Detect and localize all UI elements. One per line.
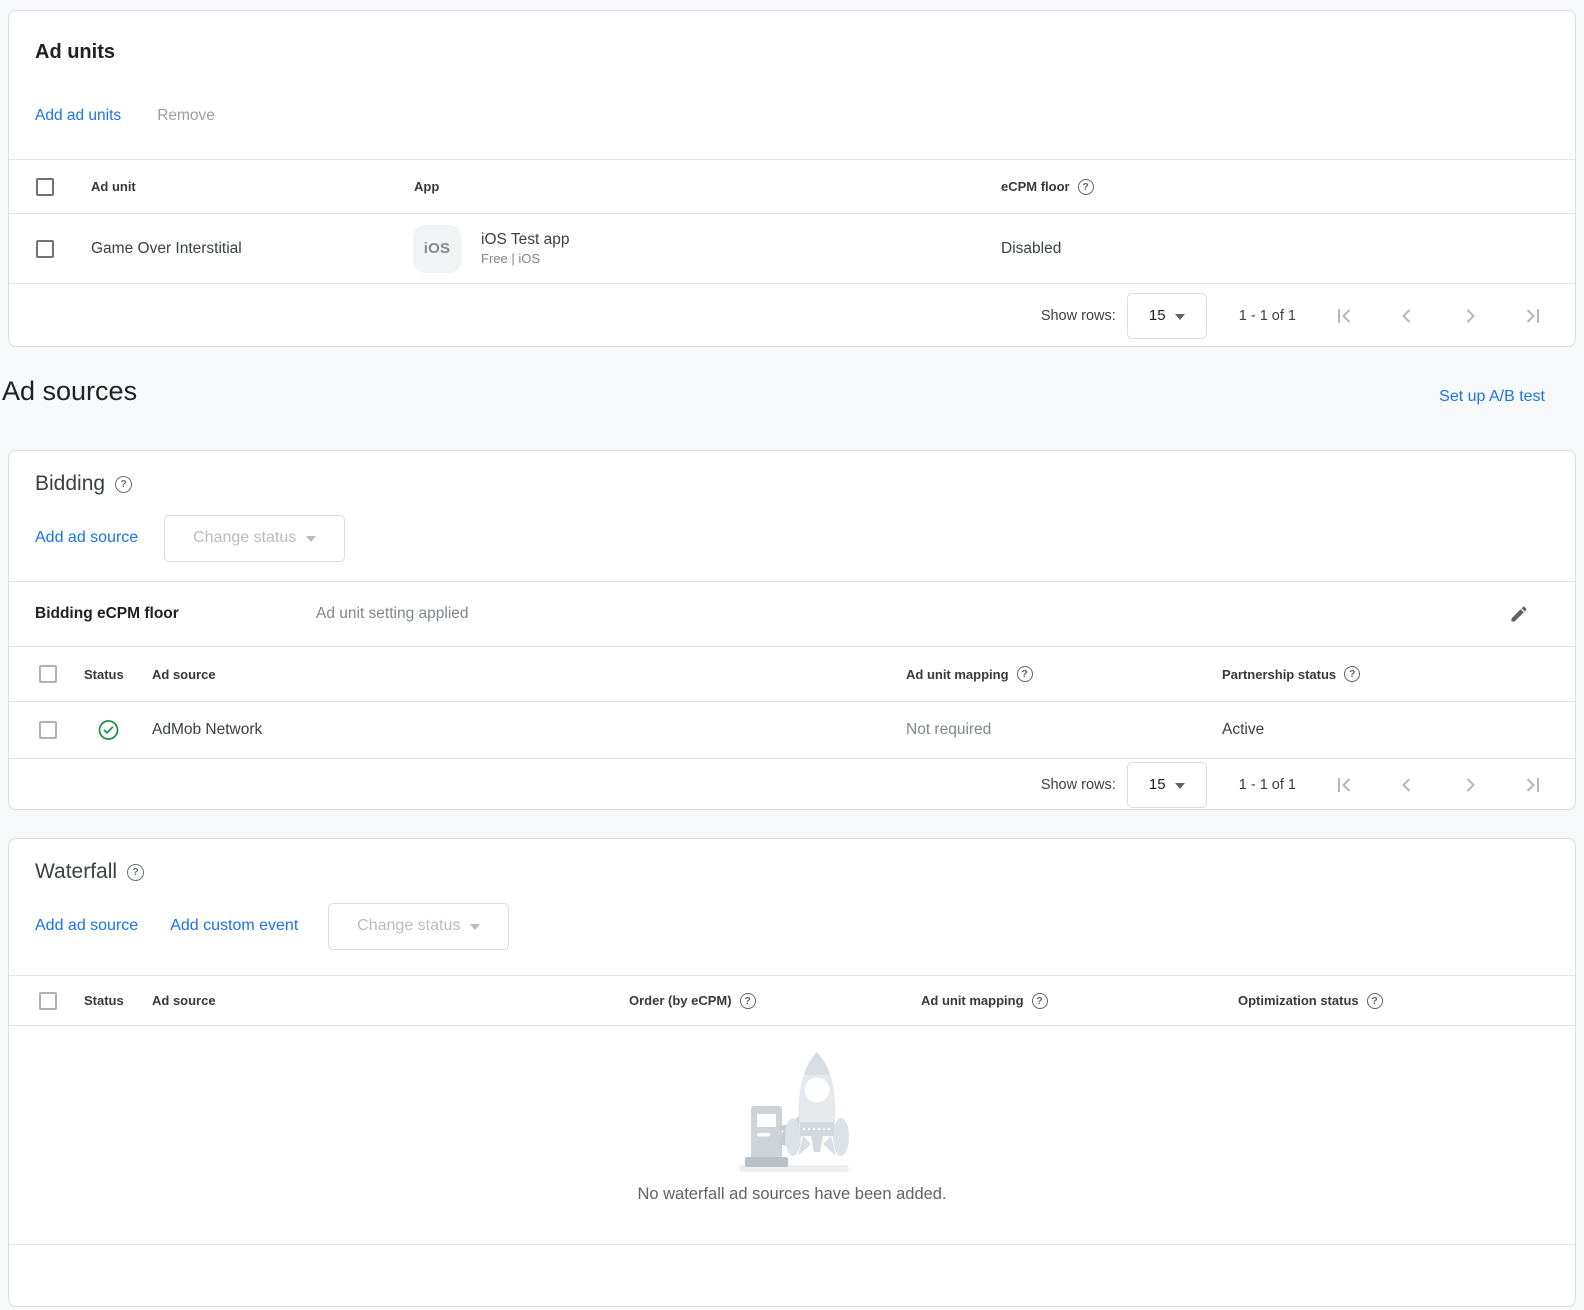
first-page-button[interactable] [1332, 773, 1356, 797]
prev-page-button[interactable] [1395, 304, 1419, 328]
column-order: Order (by eCPM) ? [629, 976, 756, 1025]
ad-units-card: Ad units Add ad units Remove Ad unit App… [8, 10, 1576, 347]
caret-down-icon [1175, 783, 1185, 789]
bidding-pagination: Show rows: 15 1 - 1 of 1 [9, 758, 1575, 810]
caret-down-icon [306, 536, 316, 542]
ad-unit-name[interactable]: Game Over Interstitial [91, 214, 242, 283]
app-meta: Free | iOS [481, 250, 569, 268]
page-range: 1 - 1 of 1 [1239, 308, 1296, 324]
rows-per-page-select[interactable]: 15 [1127, 293, 1207, 339]
waterfall-title: Waterfall ? [35, 860, 144, 884]
ad-units-title: Ad units [35, 41, 115, 64]
help-icon[interactable]: ? [1367, 993, 1383, 1009]
waterfall-card: Waterfall ? Add ad source Add custom eve… [8, 838, 1576, 1307]
ad-unit-mapping-value: Not required [906, 702, 991, 758]
app-cell: iOS iOS Test app Free | iOS [413, 214, 569, 283]
partnership-status-value: Active [1222, 702, 1264, 758]
column-status: Status [84, 647, 124, 701]
add-ad-units-button[interactable]: Add ad units [35, 107, 121, 125]
column-optimization-status: Optimization status ? [1238, 976, 1383, 1025]
ad-sources-section-header: Ad sources Set up A/B test [0, 347, 1584, 450]
help-icon[interactable]: ? [740, 993, 756, 1009]
column-ad-unit: Ad unit [91, 160, 136, 213]
help-icon[interactable]: ? [1078, 179, 1094, 195]
show-rows-label: Show rows: [1041, 777, 1116, 793]
rows-per-page-value: 15 [1149, 307, 1166, 324]
last-page-button[interactable] [1521, 773, 1545, 797]
row-checkbox[interactable] [39, 721, 57, 739]
waterfall-table-header: Status Ad source Order (by eCPM) ? Ad un… [9, 975, 1575, 1025]
app-platform-icon: iOS [413, 225, 461, 273]
waterfall-empty-state: No waterfall ad sources have been added. [9, 1025, 1575, 1244]
change-status-button[interactable]: Change status [328, 903, 509, 950]
select-all-checkbox[interactable] [39, 665, 57, 683]
next-page-button[interactable] [1458, 304, 1482, 328]
bidding-ecpm-floor-value: Ad unit setting applied [316, 582, 469, 646]
bidding-ecpm-floor-row: Bidding eCPM floor Ad unit setting appli… [9, 581, 1575, 646]
waterfall-empty-message: No waterfall ad sources have been added. [637, 1185, 946, 1204]
help-icon[interactable]: ? [115, 476, 132, 493]
column-partnership-status: Partnership status ? [1222, 647, 1360, 701]
first-page-button[interactable] [1332, 304, 1356, 328]
page-range: 1 - 1 of 1 [1239, 777, 1296, 793]
next-page-button[interactable] [1458, 773, 1482, 797]
remove-button[interactable]: Remove [157, 107, 215, 125]
select-all-checkbox[interactable] [36, 178, 54, 196]
bidding-ecpm-floor-label: Bidding eCPM floor [35, 582, 179, 646]
app-name: iOS Test app [481, 229, 569, 250]
set-up-ab-test-link[interactable]: Set up A/B test [1439, 388, 1545, 406]
column-status: Status [84, 976, 124, 1025]
bidding-actions: Add ad source Change status [35, 514, 345, 562]
change-status-button[interactable]: Change status [164, 515, 345, 562]
column-ad-unit-mapping: Ad unit mapping ? [921, 976, 1048, 1025]
help-icon[interactable]: ? [1344, 666, 1360, 682]
column-ad-source: Ad source [152, 976, 216, 1025]
last-page-button[interactable] [1521, 304, 1545, 328]
caret-down-icon [470, 924, 480, 930]
help-icon[interactable]: ? [1017, 666, 1033, 682]
column-ad-unit-mapping: Ad unit mapping ? [906, 647, 1033, 701]
bidding-title: Bidding ? [35, 472, 132, 496]
add-ad-source-button[interactable]: Add ad source [35, 917, 138, 935]
prev-page-button[interactable] [1395, 773, 1419, 797]
select-all-checkbox[interactable] [39, 992, 57, 1010]
ad-units-table-header: Ad unit App eCPM floor ? [9, 159, 1575, 213]
table-row[interactable]: Game Over Interstitial iOS iOS Test app … [9, 213, 1575, 283]
status-active-icon [98, 720, 119, 741]
help-icon[interactable]: ? [1032, 993, 1048, 1009]
ad-source-name[interactable]: AdMob Network [152, 702, 262, 758]
waterfall-actions: Add ad source Add custom event Change st… [35, 902, 509, 950]
ad-units-actions: Add ad units Remove [35, 99, 215, 133]
table-row[interactable]: AdMob Network Not required Active [9, 701, 1575, 758]
column-app: App [414, 160, 439, 213]
ecpm-floor-value: Disabled [1001, 214, 1061, 283]
bidding-table-header: Status Ad source Ad unit mapping ? Partn… [9, 646, 1575, 701]
add-ad-source-button[interactable]: Add ad source [35, 529, 138, 547]
column-ecpm-floor: eCPM floor ? [1001, 160, 1094, 213]
bidding-card: Bidding ? Add ad source Change status Bi… [8, 450, 1576, 810]
waterfall-footer [9, 1244, 1575, 1307]
rows-per-page-select[interactable]: 15 [1127, 762, 1207, 808]
edit-pencil-icon[interactable] [1505, 600, 1533, 628]
show-rows-label: Show rows: [1041, 308, 1116, 324]
help-icon[interactable]: ? [127, 864, 144, 881]
row-checkbox[interactable] [36, 240, 54, 258]
column-ad-source: Ad source [152, 647, 216, 701]
caret-down-icon [1175, 314, 1185, 320]
add-custom-event-button[interactable]: Add custom event [170, 917, 298, 935]
ad-sources-title: Ad sources [2, 376, 137, 407]
ad-units-pagination: Show rows: 15 1 - 1 of 1 [9, 283, 1575, 347]
rocket-fuel-illustration [717, 1044, 867, 1179]
rows-per-page-value: 15 [1149, 776, 1166, 793]
